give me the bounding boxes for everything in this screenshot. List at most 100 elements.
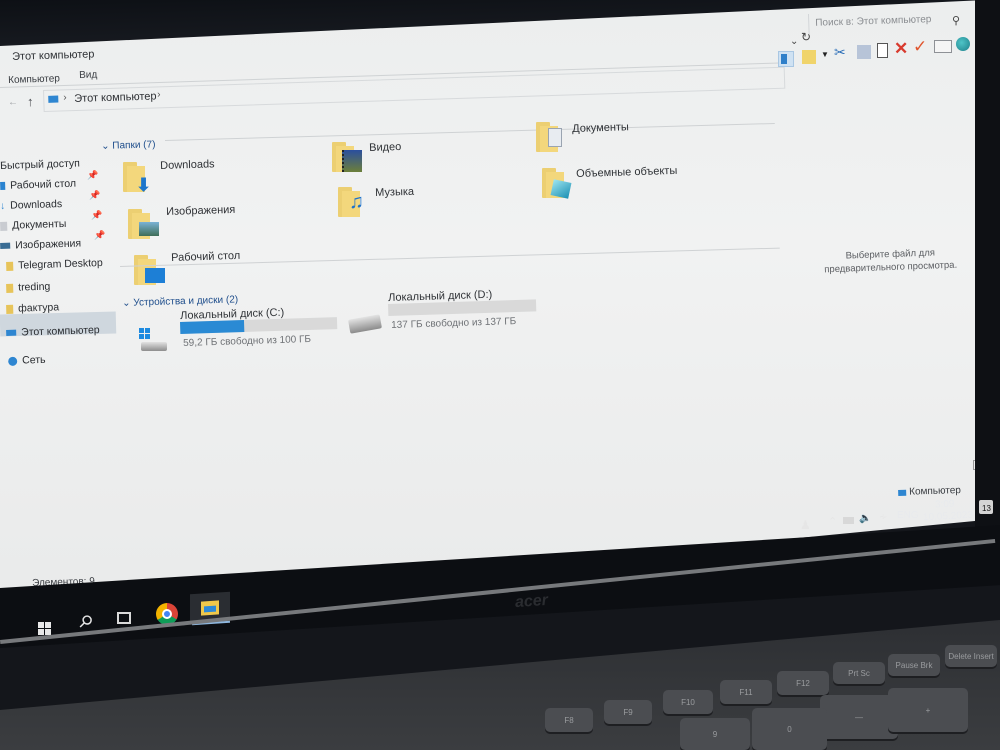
- download-icon: ↓: [0, 200, 6, 212]
- sidebar-item-label: фактура: [17, 301, 60, 315]
- network-icon: [8, 356, 18, 366]
- window-title: Этот компьютер: [12, 48, 95, 63]
- paste-icon[interactable]: [877, 43, 888, 58]
- dropdown-history-icon[interactable]: ⌄: [790, 36, 798, 47]
- people-icon[interactable]: ♟: [800, 518, 811, 532]
- drive-usage-fill: [180, 319, 245, 334]
- sidebar-item-documents[interactable]: Документы: [0, 218, 66, 232]
- sidebar-item-label: Этот компьютер: [20, 324, 100, 339]
- sidebar-item-pictures[interactable]: Изображения: [0, 237, 81, 252]
- key-0[interactable]: 0: [752, 708, 827, 750]
- sidebar-item-label: treding: [17, 280, 51, 294]
- sidebar-item-quick-access[interactable]: Быстрый доступ: [0, 157, 80, 171]
- key-9[interactable]: 9: [680, 718, 750, 750]
- notification-count: 13: [982, 504, 991, 513]
- sidebar-item-this-pc[interactable]: Этот компьютер: [6, 324, 100, 339]
- folder-label: Документы: [572, 121, 630, 135]
- key-pause-break[interactable]: Pause Brk: [888, 654, 940, 676]
- folder-label: Видео: [369, 140, 402, 154]
- computer-icon: [898, 489, 907, 496]
- language-indicator[interactable]: ENG: [897, 510, 919, 521]
- sidebar-item-label: Изображения: [14, 237, 82, 252]
- pin-icon[interactable]: 📌: [94, 230, 105, 241]
- key-label: 0: [787, 724, 792, 734]
- key-label: F11: [739, 687, 753, 697]
- key-f11[interactable]: F11: [720, 680, 772, 704]
- show-hidden-icons-chevron[interactable]: ⌃: [828, 515, 837, 528]
- key-plus-equals[interactable]: +: [888, 688, 968, 732]
- drive-icon: [348, 314, 382, 334]
- laptop-bezel-right: [975, 0, 1000, 540]
- sidebar-item-label: Рабочий стол: [9, 177, 77, 192]
- back-button[interactable]: ←: [8, 97, 18, 108]
- globe-icon[interactable]: [956, 37, 970, 51]
- key-f12[interactable]: F12: [777, 671, 829, 695]
- key-print-screen[interactable]: Prt Sc: [833, 662, 885, 684]
- windows-drive-icon: [139, 328, 167, 352]
- key-f8[interactable]: F8: [545, 708, 593, 732]
- pin-icon[interactable]: 📌: [89, 190, 100, 201]
- documents-icon: [0, 221, 8, 231]
- pictures-folder-icon: [128, 209, 159, 239]
- checkmark-icon[interactable]: ✓: [913, 37, 927, 57]
- wifi-icon[interactable]: ∻: [879, 512, 887, 523]
- group-title: Папки (7): [112, 139, 156, 152]
- navigation-pane-icon[interactable]: [778, 51, 794, 67]
- desktop-icon: [0, 181, 6, 190]
- breadcrumb-this-pc[interactable]: Этот компьютер: [74, 90, 157, 105]
- preview-pane-message: Выберите файл для предварительного просм…: [824, 247, 958, 276]
- key-f9[interactable]: F9: [604, 700, 652, 724]
- key-label: F10: [681, 697, 695, 707]
- sidebar-item-network[interactable]: Сеть: [8, 354, 46, 367]
- cut-icon[interactable]: ✂: [834, 44, 846, 61]
- key-label: F12: [796, 678, 810, 688]
- folders-group-header[interactable]: ⌄ Папки (7): [101, 139, 156, 152]
- folder-label: Рабочий стол: [171, 249, 241, 264]
- breadcrumb-chevron-icon[interactable]: ›: [157, 89, 161, 100]
- drive-free-space: 59,2 ГБ свободно из 100 ГБ: [183, 333, 312, 349]
- delete-icon[interactable]: ✕: [894, 39, 908, 59]
- downloads-folder-icon: ⬇: [123, 162, 151, 195]
- folder-label: Downloads: [160, 158, 215, 172]
- pin-icon[interactable]: 📌: [87, 170, 98, 181]
- battery-icon[interactable]: [843, 517, 854, 524]
- sidebar-item-treding[interactable]: treding: [6, 281, 50, 294]
- folder-icon: [6, 261, 14, 271]
- key-delete[interactable]: Delete Insert: [945, 645, 997, 667]
- key-minus[interactable]: —: [820, 695, 898, 739]
- sidebar-item-downloads[interactable]: ↓ Downloads: [0, 198, 62, 212]
- search-icon[interactable]: ⚲: [952, 14, 960, 27]
- email-icon[interactable]: [934, 40, 952, 53]
- status-location-label: Компьютер: [908, 485, 962, 498]
- folder-label: Музыка: [375, 185, 415, 199]
- group-title: Устройства и диски (2): [133, 294, 239, 309]
- sidebar-item-label: Telegram Desktop: [17, 256, 103, 272]
- volume-icon[interactable]: 🔈: [859, 513, 871, 524]
- clock-time[interactable]: 3:09: [935, 498, 955, 510]
- video-folder-icon: [332, 142, 362, 172]
- tab-computer[interactable]: Компьютер: [8, 73, 60, 86]
- task-view-icon[interactable]: [117, 612, 131, 624]
- search-input[interactable]: Поиск в: Этот компьютер: [808, 8, 970, 34]
- action-center-icon[interactable]: 13: [979, 500, 993, 514]
- sidebar-item-desktop[interactable]: Рабочий стол: [0, 178, 76, 192]
- sidebar-item-label: Быстрый доступ: [0, 157, 81, 172]
- key-f10[interactable]: F10: [663, 690, 713, 714]
- sidebar-item-faktura[interactable]: фактура: [6, 301, 59, 315]
- this-pc-icon: [48, 95, 59, 103]
- folder-label: Изображения: [166, 203, 236, 218]
- tab-view[interactable]: Вид: [79, 69, 97, 81]
- dropdown-arrow-icon[interactable]: ▼: [821, 50, 829, 59]
- preview-pane-icon[interactable]: [802, 50, 816, 64]
- explorer-window: Этот компьютер Компьютер Вид ← ↑ › Этот …: [0, 0, 985, 615]
- up-button[interactable]: ↑: [27, 94, 34, 109]
- key-label: Prt Sc: [848, 668, 870, 678]
- pin-icon[interactable]: 📌: [91, 210, 102, 221]
- key-label: 9: [712, 729, 718, 739]
- file-explorer-icon: [201, 600, 219, 616]
- sidebar-item-telegram-desktop[interactable]: Telegram Desktop: [6, 257, 103, 272]
- key-label: +: [925, 705, 931, 715]
- drives-group-header[interactable]: ⌄ Устройства и диски (2): [122, 294, 238, 309]
- documents-folder-icon: [536, 122, 562, 152]
- copy-icon[interactable]: [857, 45, 871, 59]
